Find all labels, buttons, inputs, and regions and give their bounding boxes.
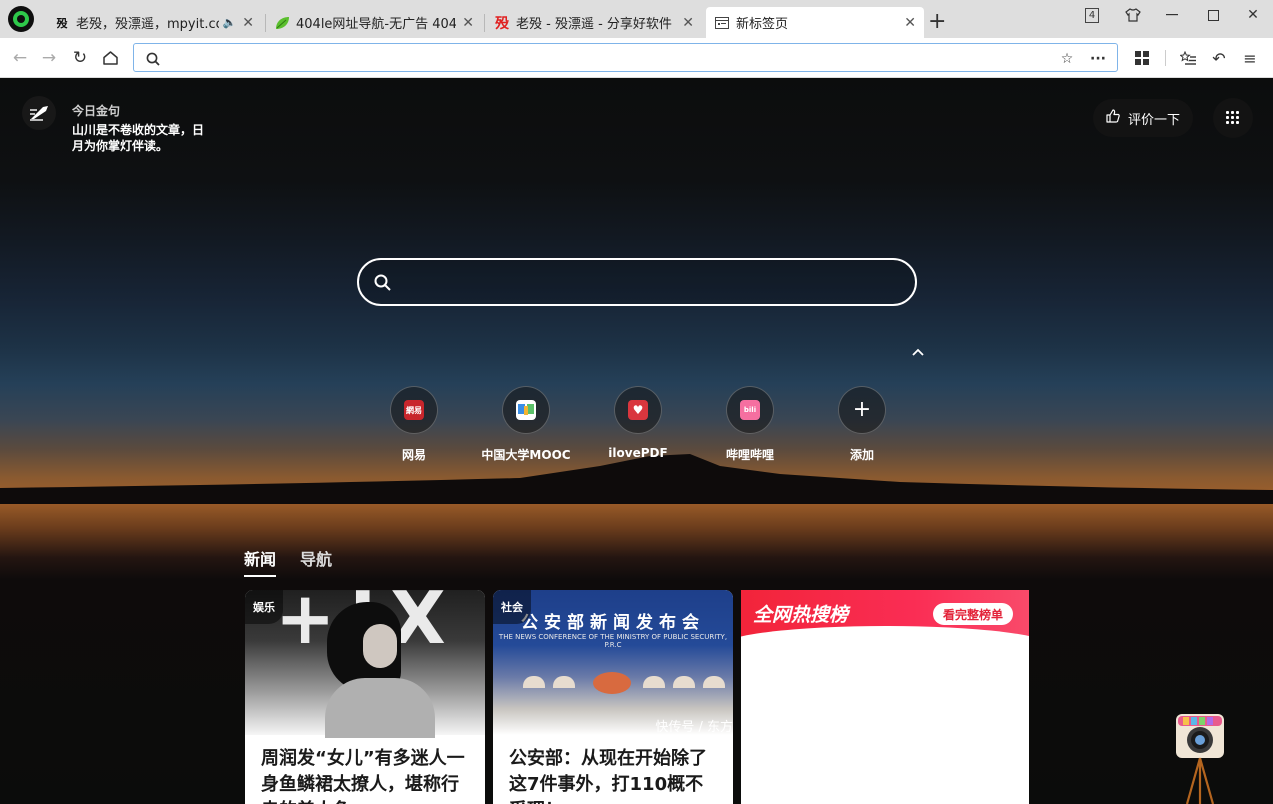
photo-seat [523, 676, 545, 688]
hot-search-title: 全网热搜榜 [753, 604, 849, 626]
plus-icon: + [852, 397, 872, 422]
close-tab-icon[interactable]: ✕ [462, 15, 474, 31]
back-arrow-icon[interactable]: ← [8, 46, 32, 70]
star-bookmark-icon[interactable]: ☆ [1058, 50, 1076, 68]
shortcut-ilovepdf[interactable]: ♥ ilovePDF [583, 386, 693, 460]
netease-icon: 網易 [404, 400, 424, 420]
maximize-icon[interactable] [1193, 4, 1233, 26]
shortcut-add[interactable]: + 添加 [807, 386, 917, 463]
photo-seat [703, 676, 725, 688]
photo-seat [643, 676, 665, 688]
mpyit-red-favicon-icon: 殁 [495, 15, 509, 32]
shortcut-netease[interactable]: 網易 网易 [359, 386, 469, 463]
tab-new-tab[interactable]: 新标签页 ✕ [706, 7, 924, 38]
shortcut-label: ilovePDF [608, 446, 668, 460]
grid-apps-icon[interactable] [1130, 46, 1154, 70]
shortcut-circle: ♥ [614, 386, 662, 434]
shortcut-mooc[interactable]: 中国大学MOOC [471, 386, 581, 463]
tab-mpyit[interactable]: 殁 老殁，殁漂遥，mpyit.com 🔈 ✕ [46, 7, 262, 38]
rate-label: 评价一下 [1127, 112, 1180, 128]
shortcut-bilibili[interactable]: bili 哔哩哔哩 [695, 386, 805, 463]
collapse-chevron-icon[interactable] [910, 344, 926, 360]
skin-shirt-icon[interactable] [1113, 4, 1153, 26]
image-source: 快传号 / 东方 [655, 720, 733, 735]
tab-title: 404le网址导航-无广告 404le. [296, 17, 457, 32]
shortcut-circle: + [838, 386, 886, 434]
view-full-list-button[interactable]: 看完整榜单 [933, 603, 1014, 625]
news-tabs: 新闻 导航 [244, 546, 332, 577]
search-icon [373, 273, 393, 293]
undo-icon[interactable]: ↶ [1207, 46, 1231, 70]
shortcut-circle: 網易 [390, 386, 438, 434]
leaf-icon [274, 15, 290, 31]
address-toolbar: ← → ↻ ☆ ··· ↶ ≡ [0, 38, 1273, 78]
tab-count: 4 [1084, 7, 1100, 23]
tab-divider [484, 14, 485, 32]
home-icon[interactable] [98, 46, 122, 70]
daily-quote-title: 今日金句 [72, 104, 121, 118]
camera-tripod-icon[interactable] [1175, 714, 1225, 804]
speaker-icon[interactable]: 🔈 [223, 16, 237, 29]
thumbs-up-icon [1106, 109, 1120, 127]
news-headline[interactable]: 周润发“女儿”有多迷人一身鱼鳞裙太撩人，堪称行走的美人鱼 [261, 746, 473, 804]
close-window-icon[interactable]: ✕ [1233, 4, 1273, 26]
photo-seat [553, 676, 575, 688]
category-badge: 娱乐 [245, 590, 283, 624]
new-tab-page: 今日金句 山川是不卷收的文章，日月为你掌灯伴读。 评价一下 網易 网易 中国大学… [0, 79, 1273, 804]
rate-button[interactable]: 评价一下 [1093, 99, 1193, 137]
menu-hamburger-icon[interactable]: ≡ [1238, 46, 1262, 70]
apps-grid-icon[interactable] [1213, 98, 1253, 138]
close-tab-icon[interactable]: ✕ [904, 15, 916, 31]
photo-figure [325, 678, 435, 738]
shortcut-label: 哔哩哔哩 [725, 448, 774, 462]
daily-quote-text: 山川是不卷收的文章，日月为你掌灯伴读。 [72, 123, 205, 153]
search-input[interactable] [405, 272, 895, 294]
tab-404le[interactable]: 404le网址导航-无广告 404le. ✕ [266, 7, 482, 38]
tab-news[interactable]: 新闻 [244, 546, 277, 577]
tab-strip: 殁 老殁，殁漂遥，mpyit.com 🔈 ✕ 404le网址导航-无广告 404… [0, 0, 1273, 38]
shortcut-label: 添加 [849, 448, 874, 462]
news-card[interactable]: 公安部新闻发布会 THE NEWS CONFERENCE OF THE MINI… [493, 590, 733, 804]
toolbar-divider [1165, 50, 1166, 66]
tab-count-button[interactable]: 4 [1072, 4, 1112, 26]
tab-title: 新标签页 [736, 17, 789, 32]
quill-icon[interactable] [22, 96, 56, 130]
close-tab-icon[interactable]: ✕ [682, 15, 694, 31]
shortcut-circle [502, 386, 550, 434]
minimize-icon[interactable] [1152, 4, 1192, 26]
bilibili-icon: bili [740, 400, 760, 420]
mpyit-favicon-icon: 殁 [56, 16, 68, 30]
new-tab-button[interactable]: + [928, 9, 946, 34]
image-subtitle: THE NEWS CONFERENCE OF THE MINISTRY OF P… [498, 633, 728, 649]
category-badge: 社会 [493, 590, 531, 624]
panel-curve [741, 626, 1029, 666]
tab-title: 老殁，殁漂遥，mpyit.com [76, 17, 219, 32]
address-bar[interactable]: ☆ ··· [133, 43, 1118, 72]
reload-icon[interactable]: ↻ [68, 46, 92, 70]
browser-logo-icon[interactable] [8, 6, 34, 32]
tab-navigation[interactable]: 导航 [300, 546, 332, 577]
shortcut-circle: bili [726, 386, 774, 434]
shortcut-label: 网易 [401, 448, 426, 462]
news-card[interactable]: +IX 娱乐 周润发“女儿”有多迷人一身鱼鳞裙太撩人，堪称行走的美人鱼 [245, 590, 485, 804]
favorites-list-icon[interactable] [1176, 46, 1200, 70]
search-icon [144, 50, 162, 68]
photo-flowers [593, 672, 631, 694]
photo-figure [363, 624, 397, 668]
forward-arrow-icon[interactable]: → [37, 46, 61, 70]
close-tab-icon[interactable]: ✕ [242, 15, 254, 31]
newtab-icon [714, 15, 730, 31]
more-dots-icon[interactable]: ··· [1089, 50, 1107, 68]
search-box[interactable] [357, 258, 917, 306]
news-headline[interactable]: 公安部：从现在开始除了这7件事外，打110概不受理！ [509, 746, 721, 804]
tab-title: 老殁 - 殁漂遥 - 分享好软件 - [516, 17, 677, 32]
address-input[interactable] [166, 48, 1066, 68]
tab-mpyit-share[interactable]: 殁 老殁 - 殁漂遥 - 分享好软件 - ✕ [486, 7, 702, 38]
shortcut-label: 中国大学MOOC [481, 448, 571, 462]
hot-search-panel: 全网热搜榜 看完整榜单 [741, 590, 1029, 804]
ilovepdf-heart-icon: ♥ [628, 400, 648, 420]
mooc-icon [516, 400, 536, 420]
photo-seat [673, 676, 695, 688]
